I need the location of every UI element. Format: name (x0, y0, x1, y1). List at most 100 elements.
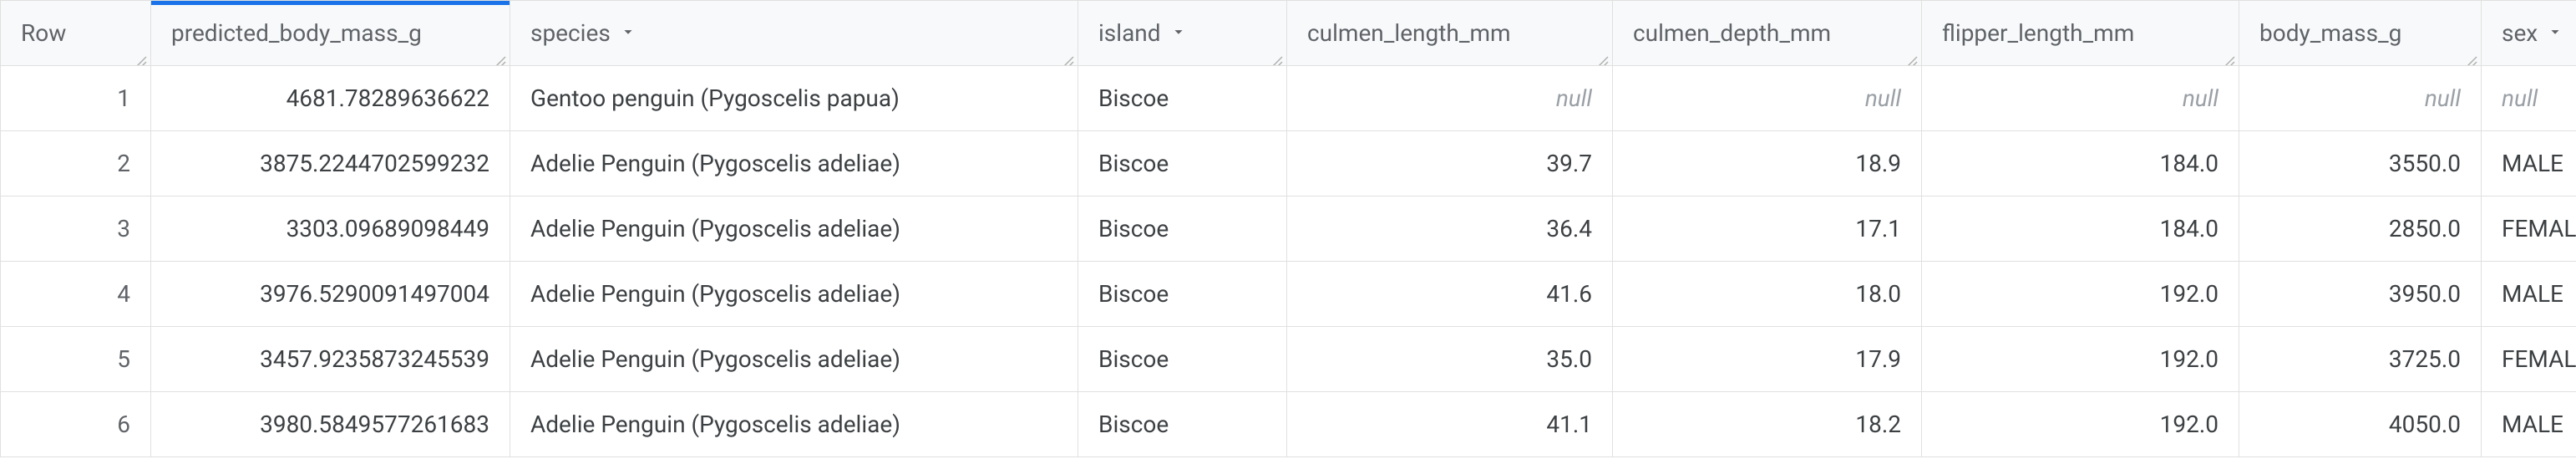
cell-value: 41.1 (1546, 411, 1592, 438)
cell-culmen_depth_mm: 17.9 (1613, 327, 1922, 392)
cell-culmen_length_mm: 39.7 (1287, 131, 1613, 196)
column-header-body_mass_g[interactable]: body_mass_g (2239, 1, 2482, 66)
cell-value: 3976.5290091497004 (260, 280, 489, 308)
cell-value: 3980.5849577261683 (260, 411, 489, 438)
cell-row: 2 (1, 131, 151, 196)
cell-body_mass_g: 2850.0 (2239, 196, 2482, 262)
column-label: Row (21, 19, 66, 47)
cell-sex: null (2482, 66, 2576, 131)
column-label: body_mass_g (2259, 19, 2401, 47)
cell-predicted_body_mass_g: 3303.09689098449 (151, 196, 510, 262)
cell-value: 3550.0 (2389, 150, 2461, 177)
cell-species: Adelie Penguin (Pygoscelis adeliae) (510, 327, 1078, 392)
column-label: flipper_length_mm (1942, 19, 2134, 47)
column-header-predicted_body_mass_g[interactable]: predicted_body_mass_g (151, 1, 510, 66)
cell-species: Adelie Penguin (Pygoscelis adeliae) (510, 196, 1078, 262)
cell-value: 184.0 (2160, 150, 2219, 177)
dropdown-icon[interactable] (1169, 19, 1188, 47)
column-header-row[interactable]: Row (1, 1, 151, 66)
cell-value: MALE (2502, 150, 2563, 177)
dropdown-icon[interactable] (619, 19, 637, 47)
cell-value: Adelie Penguin (Pygoscelis adeliae) (530, 215, 900, 242)
cell-value: 3457.9235873245539 (260, 345, 489, 373)
resize-handle-icon[interactable] (1903, 47, 1918, 62)
cell-value: 6 (117, 411, 130, 438)
cell-sex: FEMALE (2482, 196, 2576, 262)
cell-value: 18.9 (1855, 150, 1901, 177)
column-label: species (530, 19, 611, 47)
cell-body_mass_g: 3725.0 (2239, 327, 2482, 392)
cell-island: Biscoe (1078, 66, 1287, 131)
cell-value: 2850.0 (2389, 215, 2461, 242)
cell-row: 6 (1, 392, 151, 457)
cell-species: Gentoo penguin (Pygoscelis papua) (510, 66, 1078, 131)
cell-row: 1 (1, 66, 151, 131)
null-value: null (1865, 84, 1901, 112)
cell-predicted_body_mass_g: 3875.2244702599232 (151, 131, 510, 196)
cell-island: Biscoe (1078, 327, 1287, 392)
column-header-species[interactable]: species (510, 1, 1078, 66)
cell-value: Adelie Penguin (Pygoscelis adeliae) (530, 280, 900, 308)
cell-value: 17.9 (1855, 345, 1901, 373)
null-value: null (2425, 84, 2461, 112)
column-header-island[interactable]: island (1078, 1, 1287, 66)
column-header-culmen_depth_mm[interactable]: culmen_depth_mm (1613, 1, 1922, 66)
table-row[interactable]: 2 3875.2244702599232 Adelie Penguin (Pygos… (1, 131, 2576, 196)
cell-flipper_length_mm: 184.0 (1922, 196, 2239, 262)
cell-value: 2 (117, 150, 130, 177)
cell-value: 5 (117, 345, 130, 373)
cell-value: Adelie Penguin (Pygoscelis adeliae) (530, 150, 900, 177)
cell-culmen_length_mm: 36.4 (1287, 196, 1613, 262)
table-row[interactable]: 33303.09689098449Adelie Penguin (Pygosce… (1, 196, 2576, 262)
cell-value: Gentoo penguin (Pygoscelis papua) (530, 84, 900, 112)
cell-value: 192.0 (2160, 411, 2219, 438)
table-row[interactable]: 1 4681.78289636622 Gentoo penguin (Pygosce… (1, 66, 2576, 131)
column-label: sex (2502, 19, 2538, 47)
resize-handle-icon[interactable] (1594, 47, 1609, 62)
table-row[interactable]: 5 3457.9235873245539 Adelie Penguin (Pygos… (1, 327, 2576, 392)
cell-body_mass_g: null (2239, 66, 2482, 131)
dropdown-icon[interactable] (2546, 19, 2564, 47)
results-table-container: Row predicted_body_mass_g species island cul… (0, 0, 2576, 457)
cell-value: 3725.0 (2389, 345, 2461, 373)
cell-culmen_length_mm: null (1287, 66, 1613, 131)
column-label: culmen_length_mm (1307, 19, 1511, 47)
resize-handle-icon[interactable] (491, 47, 506, 62)
resize-handle-icon[interactable] (2462, 47, 2477, 62)
cell-island: Biscoe (1078, 262, 1287, 327)
column-header-flipper_length_mm[interactable]: flipper_length_mm (1922, 1, 2239, 66)
cell-value: 36.4 (1546, 215, 1592, 242)
cell-row: 5 (1, 327, 151, 392)
resize-handle-icon[interactable] (132, 47, 147, 62)
cell-culmen_depth_mm: 18.0 (1613, 262, 1922, 327)
cell-value: Biscoe (1098, 215, 1169, 242)
cell-value: 18.2 (1855, 411, 1901, 438)
table-row[interactable]: 4 3976.5290091497004 Adelie Penguin (Pygos… (1, 262, 2576, 327)
resize-handle-icon[interactable] (1059, 47, 1074, 62)
cell-flipper_length_mm: 192.0 (1922, 392, 2239, 457)
cell-value: 4681.78289636622 (287, 84, 489, 112)
column-header-culmen_length_mm[interactable]: culmen_length_mm (1287, 1, 1613, 66)
cell-island: Biscoe (1078, 392, 1287, 457)
cell-culmen_length_mm: 41.6 (1287, 262, 1613, 327)
resize-handle-icon[interactable] (1268, 47, 1283, 62)
resize-handle-icon[interactable] (2220, 47, 2235, 62)
cell-sex: MALE (2482, 131, 2576, 196)
cell-value: MALE (2502, 411, 2563, 438)
table-row[interactable]: 6 3980.5849577261683 Adelie Penguin (Pygos… (1, 392, 2576, 457)
cell-value: Biscoe (1098, 280, 1169, 308)
null-value: null (2183, 84, 2219, 112)
cell-predicted_body_mass_g: 3976.5290091497004 (151, 262, 510, 327)
cell-value: Adelie Penguin (Pygoscelis adeliae) (530, 411, 900, 438)
cell-predicted_body_mass_g: 4681.78289636622 (151, 66, 510, 131)
cell-island: Biscoe (1078, 131, 1287, 196)
cell-culmen_depth_mm: 17.1 (1613, 196, 1922, 262)
cell-species: Adelie Penguin (Pygoscelis adeliae) (510, 262, 1078, 327)
cell-value: 3875.2244702599232 (260, 150, 489, 177)
cell-value: 35.0 (1546, 345, 1592, 373)
cell-value: 39.7 (1546, 150, 1592, 177)
column-header-sex[interactable]: sex (2482, 1, 2576, 66)
column-label: culmen_depth_mm (1633, 19, 1831, 47)
cell-species: Adelie Penguin (Pygoscelis adeliae) (510, 392, 1078, 457)
cell-value: 4 (117, 280, 130, 308)
